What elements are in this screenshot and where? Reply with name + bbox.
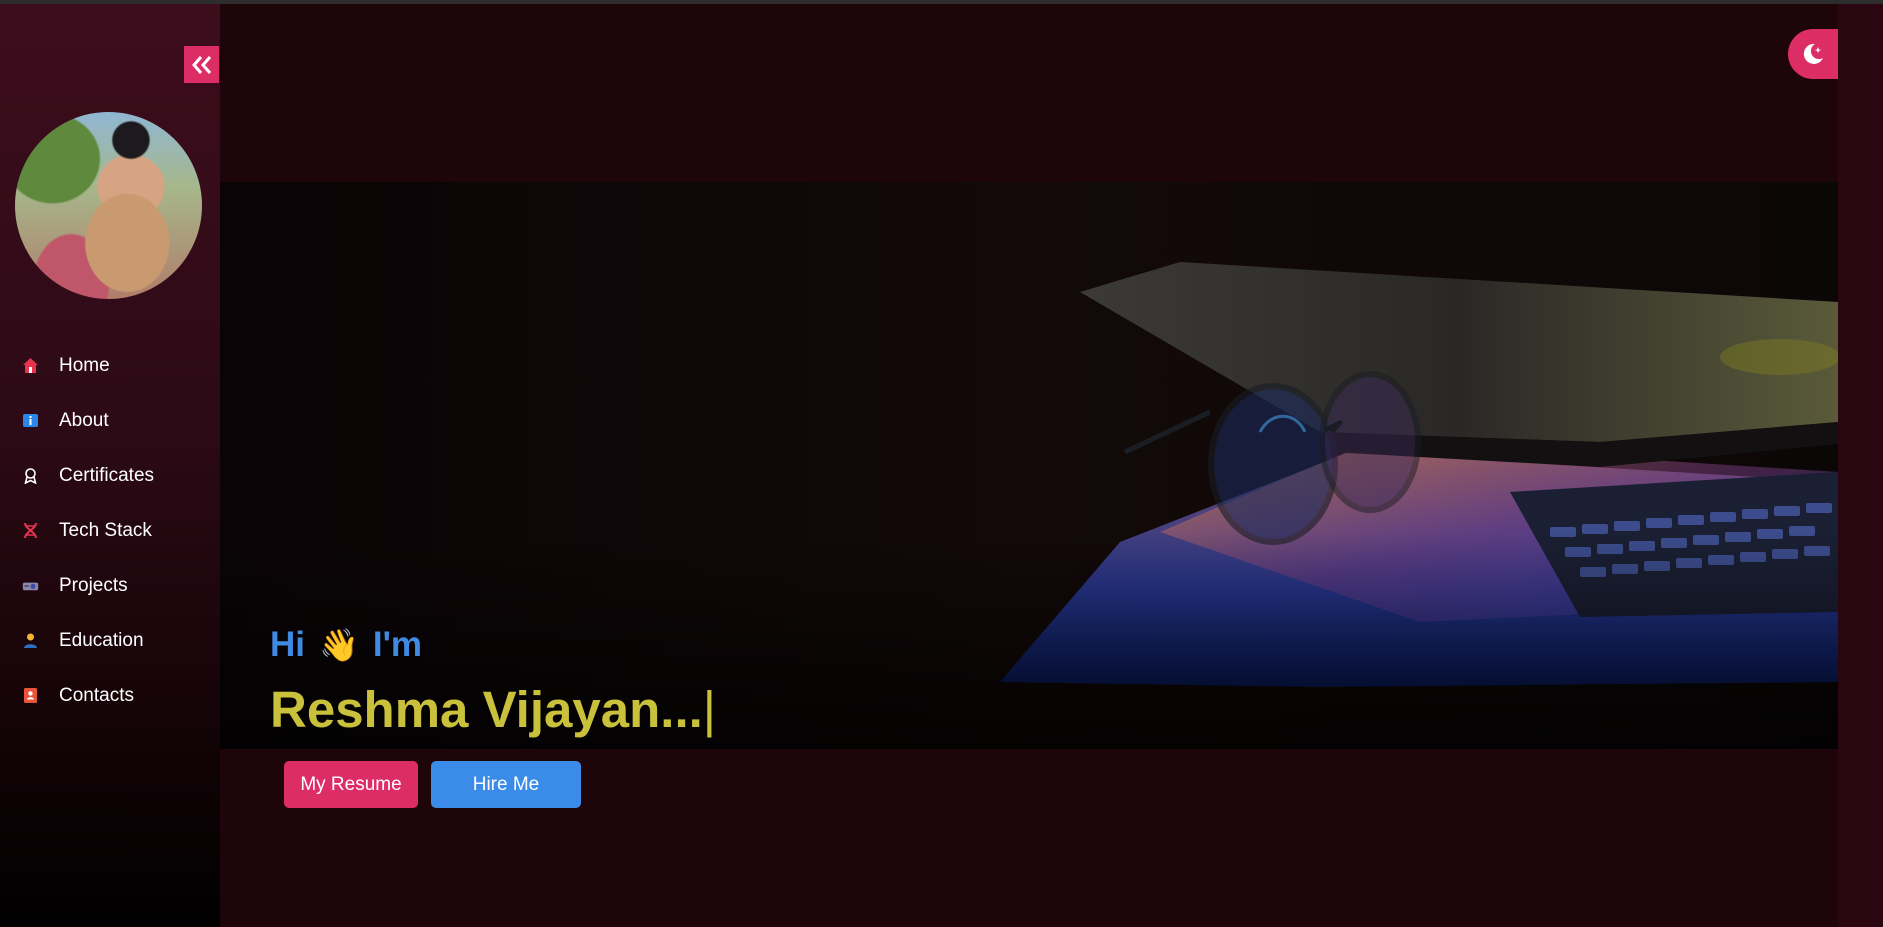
sidebar-collapse-button[interactable] [184,46,219,83]
sidebar-item-certificates[interactable]: Certificates [0,448,220,503]
sidebar-item-home[interactable]: Home [0,338,220,393]
double-chevron-left-icon [191,55,211,74]
sidebar-item-tech-stack[interactable]: Tech Stack [0,503,220,558]
sidebar-item-label: Contacts [59,684,134,706]
hire-me-button[interactable]: Hire Me [431,761,581,808]
avatar [15,112,202,299]
typing-caret: | [702,681,717,738]
award-icon [22,467,39,484]
laptop-glasses-image [220,182,1838,749]
projector-icon [22,577,39,594]
sidebar-item-label: Certificates [59,464,155,486]
moon-stars-icon [1803,43,1823,64]
info-icon [22,412,39,429]
sidebar-item-label: Tech Stack [59,519,152,541]
sidebar-item-projects[interactable]: Projects [0,558,220,613]
waving-hand-icon: 👋 [319,627,359,663]
home-icon [22,357,39,374]
student-icon [22,632,39,649]
greeting-im: I'm [372,625,423,664]
sidebar-item-education[interactable]: Education [0,613,220,668]
sidebar: Home About Certificates Tech Stack Proje… [0,4,220,927]
sidebar-item-about[interactable]: About [0,393,220,448]
sidebar-item-label: About [59,409,109,431]
contact-book-icon [22,687,39,704]
hero-name: Reshma Vijayan...| [270,680,716,739]
sidebar-item-label: Projects [59,574,128,596]
sidebar-item-label: Education [59,629,144,651]
sidebar-item-contacts[interactable]: Contacts [0,668,220,723]
hero-greeting: Hi 👋 I'm [270,625,422,665]
hero-banner [220,182,1838,749]
dna-icon [22,522,39,539]
sidebar-nav: Home About Certificates Tech Stack Proje… [0,338,220,723]
typed-name: Reshma Vijayan... [270,681,703,738]
sidebar-item-label: Home [59,354,110,376]
my-resume-button[interactable]: My Resume [284,761,418,808]
greeting-hi: Hi [270,625,305,664]
scrollbar-track[interactable] [1838,4,1883,927]
theme-toggle-button[interactable] [1788,29,1838,79]
